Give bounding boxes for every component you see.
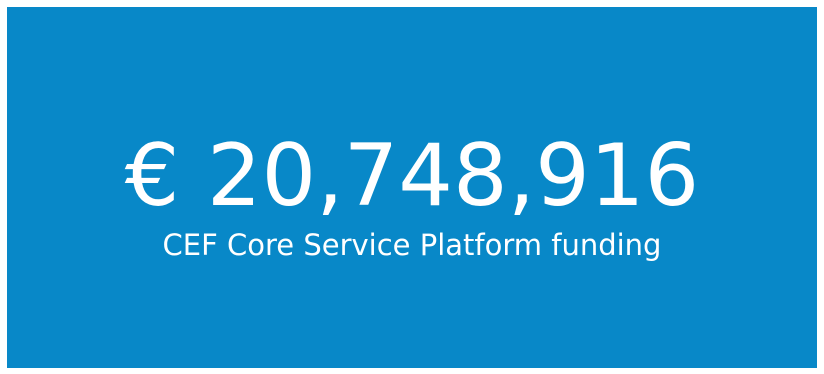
funding-label: CEF Core Service Platform funding	[162, 228, 662, 262]
funding-amount: € 20,748,916	[124, 126, 700, 226]
funding-stat-tile: € 20,748,916 CEF Core Service Platform f…	[7, 7, 817, 368]
